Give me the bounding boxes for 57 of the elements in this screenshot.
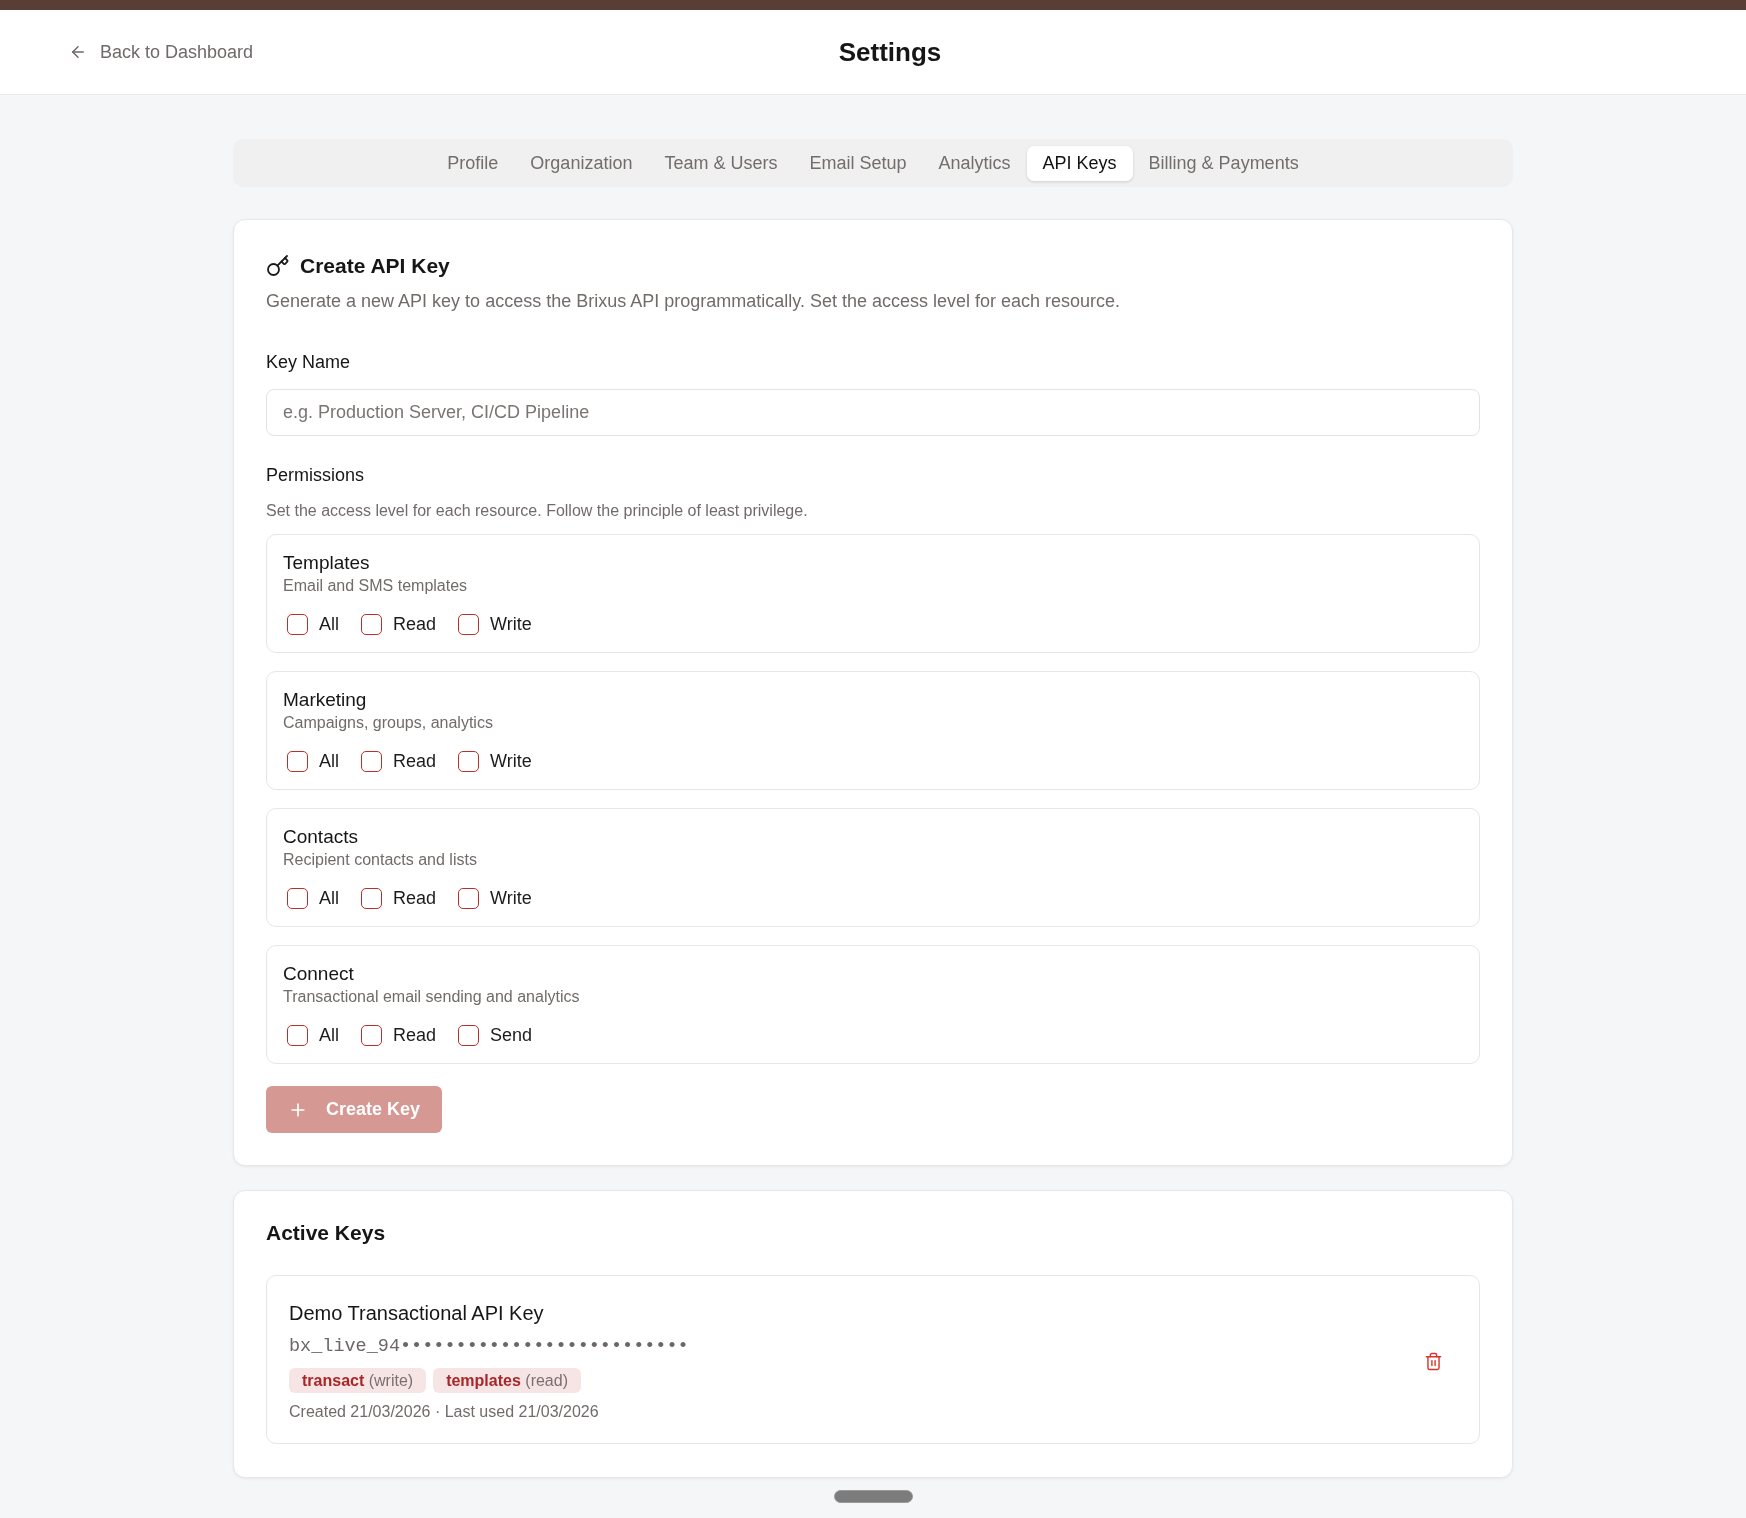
card-title: Create API Key (300, 253, 450, 280)
field-label: Key Name (266, 351, 352, 374)
checkbox-label: Read (393, 1024, 437, 1047)
tab[interactable]: API Keys (1026, 145, 1133, 181)
back-link[interactable]: Back to Dashboard (69, 38, 254, 66)
card-description: Generate a new API key to access the Brixus API programmatically. Set the access level for each resource. (266, 290, 1122, 313)
key-name-input[interactable]: e.g. Production Server, CI/CD Pipeline (266, 389, 1480, 436)
checkbox-label: All (319, 750, 339, 773)
key-name: Demo Transactional API Key (289, 1301, 545, 1326)
checkbox[interactable] (458, 1024, 480, 1046)
resource-description: Transactional email sending and analytics (283, 987, 581, 1007)
section-label: Permissions (266, 464, 366, 487)
checkbox-label: Send (490, 1024, 533, 1047)
resource-description: Campaigns, groups, analytics (283, 713, 494, 733)
checkbox-label: All (319, 1024, 339, 1047)
checkbox[interactable] (361, 750, 382, 772)
scrollbar-thumb[interactable] (833, 1490, 913, 1503)
tab[interactable]: Organization (514, 145, 649, 181)
checkbox[interactable] (458, 750, 480, 772)
resource-name: Marketing (283, 688, 368, 712)
checkbox-label: Write (490, 613, 532, 636)
checkbox-label: Read (393, 750, 437, 773)
card-title: Active Keys (266, 1220, 387, 1246)
tab[interactable]: Profile (431, 145, 515, 181)
permission-tag: templates (read) (433, 1368, 581, 1393)
checkbox-label: All (319, 887, 339, 910)
permission-tag: transact (write) (289, 1368, 427, 1393)
checkbox[interactable] (287, 613, 308, 635)
key-dates: Created 21/03/2026 · Last used 21/03/2026 (289, 1402, 600, 1422)
tab[interactable]: Email Setup (793, 145, 923, 181)
resource-name: Templates (283, 551, 371, 575)
masked-key: bx_live_94•••••••••••••••••••••••••• (289, 1334, 689, 1360)
resource-description: Email and SMS templates (283, 576, 469, 596)
key-icon (266, 254, 290, 278)
checkbox[interactable] (287, 1024, 308, 1046)
resource-description: Recipient contacts and lists (283, 850, 478, 870)
page-title: Settings (838, 35, 942, 69)
delete-key-button[interactable] (1424, 1351, 1443, 1371)
resource-name: Contacts (283, 825, 359, 849)
checkbox[interactable] (458, 887, 480, 909)
checkbox[interactable] (361, 1024, 382, 1046)
checkbox-label: Read (393, 613, 437, 636)
checkbox[interactable] (287, 887, 308, 909)
resource-name: Connect (283, 962, 355, 986)
trash-icon (1424, 1351, 1443, 1371)
checkbox-label: Read (393, 887, 437, 910)
tab[interactable]: Analytics (922, 145, 1027, 181)
checkbox-label: Write (490, 887, 532, 910)
checkbox[interactable] (287, 750, 308, 772)
checkbox[interactable] (361, 613, 382, 635)
checkbox-label: Write (490, 750, 532, 773)
checkbox[interactable] (361, 887, 382, 909)
tab[interactable]: Billing & Payments (1132, 145, 1315, 181)
tab[interactable]: Team & Users (648, 145, 794, 181)
checkbox[interactable] (458, 613, 480, 635)
checkbox-label: All (319, 613, 339, 636)
section-hint: Set the access level for each resource. Follow the principle of least privilege. (266, 501, 809, 521)
